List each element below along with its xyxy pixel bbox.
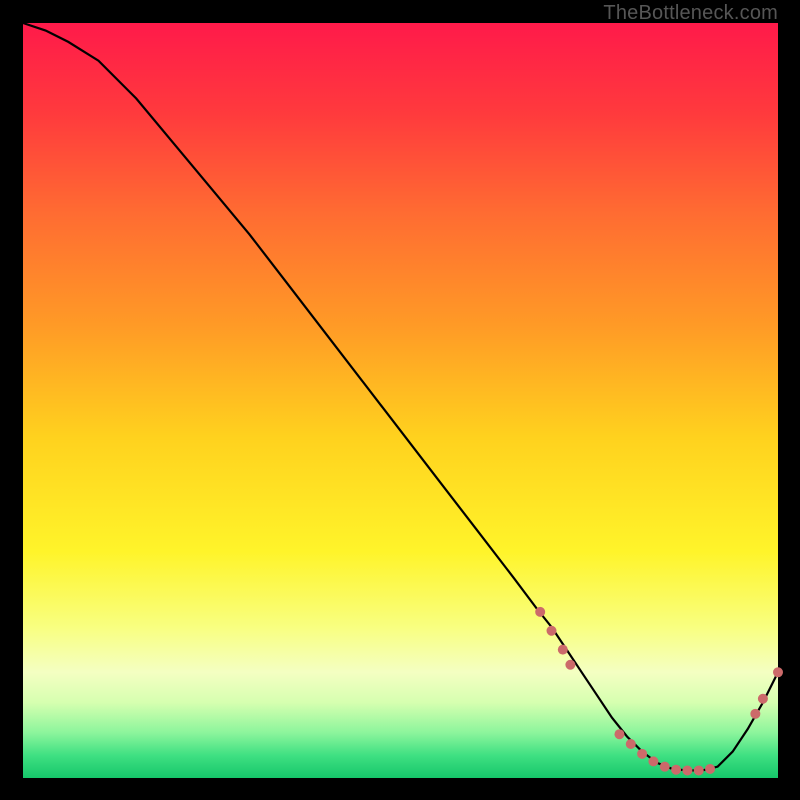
data-marker (626, 739, 636, 749)
bottleneck-curve-line (23, 23, 778, 770)
marker-group (535, 607, 783, 776)
data-marker (648, 756, 658, 766)
data-marker (773, 667, 783, 677)
data-marker (637, 749, 647, 759)
data-marker (750, 709, 760, 719)
data-marker (614, 729, 624, 739)
watermark-text: TheBottleneck.com (603, 2, 778, 25)
data-marker (565, 660, 575, 670)
data-marker (671, 765, 681, 775)
data-marker (660, 762, 670, 772)
data-marker (558, 645, 568, 655)
data-marker (547, 626, 557, 636)
chart-overlay (23, 23, 778, 778)
data-marker (758, 694, 768, 704)
data-marker (694, 765, 704, 775)
data-marker (535, 607, 545, 617)
data-marker (682, 765, 692, 775)
data-marker (705, 764, 715, 774)
chart-stage: TheBottleneck.com (0, 0, 800, 800)
